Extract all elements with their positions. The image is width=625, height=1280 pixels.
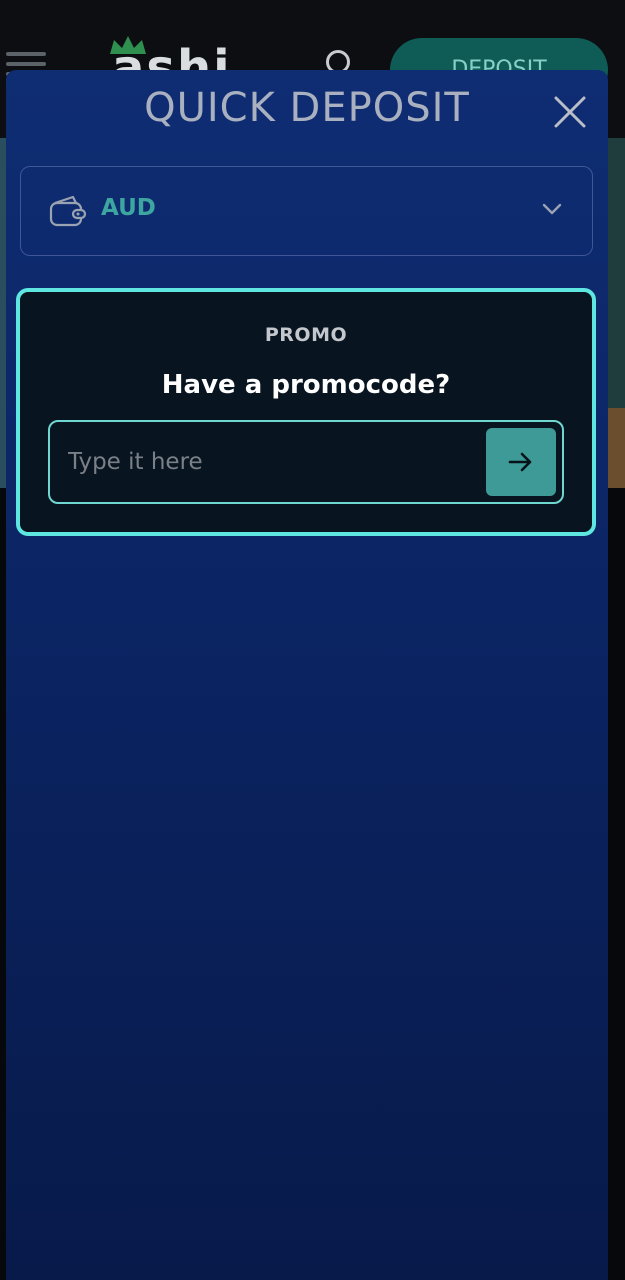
background-thumbnail	[605, 408, 625, 488]
close-icon[interactable]	[552, 94, 588, 130]
promo-submit-button[interactable]	[486, 428, 556, 496]
promocode-input[interactable]	[68, 440, 478, 484]
background-banner	[605, 138, 625, 488]
promo-label: PROMO	[264, 324, 348, 346]
quick-deposit-modal: QUICK DEPOSIT AUD PROMO Have a promocode…	[6, 70, 608, 1280]
chevron-down-icon	[542, 203, 562, 215]
promo-card: PROMO Have a promocode?	[16, 288, 596, 536]
brand-logo[interactable]: ashi	[100, 34, 250, 92]
wallet-icon	[49, 195, 87, 227]
promo-field	[48, 420, 564, 504]
modal-title: QUICK DEPOSIT	[144, 85, 470, 131]
promo-heading: Have a promocode?	[161, 370, 451, 400]
currency-select[interactable]: AUD	[20, 166, 593, 256]
currency-code: AUD	[101, 195, 156, 221]
arrow-right-icon	[508, 452, 532, 472]
